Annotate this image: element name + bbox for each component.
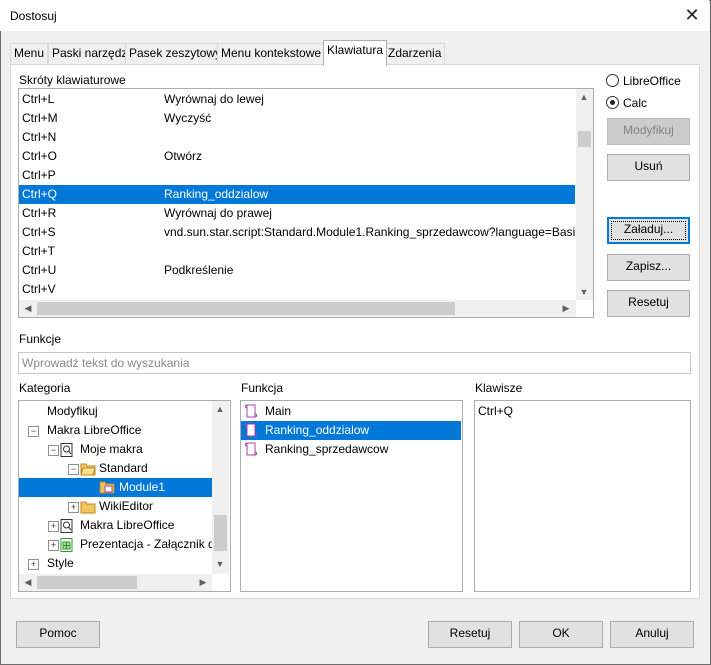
shortcut-row[interactable]: Ctrl+S vnd.sun.star.script:Standard.Modul… [19, 223, 575, 242]
shortcut-row[interactable]: Ctrl+M Wyczyść [19, 109, 575, 128]
expand-icon[interactable]: + [28, 559, 39, 570]
scroll-up-icon[interactable]: ▲ [576, 92, 592, 102]
scroll-right-icon[interactable]: ▶ [195, 577, 211, 588]
vertical-scrollbar[interactable]: ▲ ▼ [576, 89, 593, 300]
tree-item[interactable]: Makra LibreOffice [47, 421, 141, 440]
load-button[interactable]: Załaduj... [607, 217, 690, 244]
radio-libreoffice[interactable] [606, 74, 619, 87]
tab-events[interactable]: Zdarzenia [384, 43, 446, 64]
footer-reset-button[interactable]: Resetuj [428, 621, 512, 648]
spreadsheet-icon [60, 538, 76, 552]
horizontal-scrollbar[interactable]: ◀ ▶ [19, 300, 576, 317]
vertical-scrollbar[interactable]: ▲ ▼ [212, 401, 229, 574]
tab-context-menus[interactable]: Menu kontekstowe [217, 43, 326, 64]
category-tree[interactable]: Modyfikuj − Makra LibreOffice − Moje mak… [18, 400, 231, 592]
shortcut-row[interactable]: Ctrl+L Wyrównaj do lewej [19, 90, 575, 109]
tree-item[interactable]: Standard [99, 459, 148, 478]
shortcut-row[interactable]: Ctrl+R Wyrównaj do prawej [19, 204, 575, 223]
help-button[interactable]: Pomoc [16, 621, 100, 648]
shortcut-row[interactable]: Ctrl+T [19, 242, 575, 261]
shortcut-row[interactable]: Ctrl+P [19, 166, 575, 185]
tree-item-selected[interactable]: Module1 [19, 478, 212, 497]
collapse-icon[interactable]: − [48, 445, 59, 456]
radio-libreoffice-label: LibreOffice [623, 74, 681, 88]
shortcut-row-selected[interactable]: Ctrl+Q Ranking_oddzialow [19, 185, 575, 204]
function-item[interactable]: Main [241, 402, 461, 421]
keys-label: Klawisze [475, 381, 523, 395]
keys-list[interactable]: Ctrl+Q [474, 400, 691, 592]
expand-icon[interactable]: + [48, 521, 59, 532]
scroll-down-icon[interactable]: ▼ [212, 559, 228, 569]
function-item-selected[interactable]: Ranking_oddzialow [241, 421, 461, 440]
tree-item[interactable]: Prezentacja - Załącznik d [80, 535, 212, 554]
tree-item[interactable]: Style [47, 554, 74, 573]
tree-item[interactable]: Makra LibreOffice [80, 516, 174, 535]
modify-button[interactable]: Modyfikuj [607, 118, 690, 145]
tab-toolbars[interactable]: Paski narzędzi [48, 43, 135, 64]
save-button[interactable]: Zapisz... [607, 254, 690, 281]
macro-library-icon [60, 443, 76, 457]
title-bar [0, 0, 709, 31]
key-item[interactable]: Ctrl+Q [478, 402, 690, 421]
category-label: Kategoria [19, 381, 71, 395]
shortcut-keys-label: Skróty klawiaturowe [19, 73, 126, 87]
tab-keyboard[interactable]: Klawiatura [323, 40, 388, 66]
shortcut-list[interactable]: Ctrl+L Wyrównaj do lewej Ctrl+M Wyczyść Ct… [18, 88, 594, 318]
tree-item[interactable]: Modyfikuj [47, 402, 98, 421]
scroll-right-icon[interactable]: ▶ [558, 303, 574, 314]
tab-notebookbar[interactable]: Pasek zeszytowy [125, 43, 226, 64]
shortcut-row[interactable]: Ctrl+N [19, 128, 575, 147]
search-input[interactable]: Wprowadź tekst do wyszukania [18, 352, 691, 374]
scroll-left-icon[interactable]: ◀ [20, 577, 36, 588]
folder-open-icon [80, 462, 96, 476]
tree-item[interactable]: WikiEditor [99, 497, 153, 516]
shortcut-row[interactable]: Ctrl+O Otwórz [19, 147, 575, 166]
functions-label: Funkcje [19, 332, 62, 346]
scroll-left-icon[interactable]: ◀ [20, 303, 36, 314]
collapse-icon[interactable]: − [28, 426, 39, 437]
scroll-down-icon[interactable]: ▼ [576, 287, 592, 297]
scrollbar-thumb[interactable] [578, 131, 591, 147]
folder-icon [80, 500, 96, 514]
shortcut-row[interactable]: Ctrl+U Podkreślenie [19, 261, 575, 280]
reset-button[interactable]: Resetuj [607, 290, 690, 317]
window-title: Dostosuj [10, 9, 57, 23]
radio-checked-dot [610, 100, 615, 105]
radio-calc[interactable] [606, 96, 619, 109]
macro-icon [244, 442, 258, 463]
cancel-button[interactable]: Anuluj [610, 621, 694, 648]
scrollbar-thumb[interactable] [37, 302, 455, 315]
delete-button[interactable]: Usuń [607, 154, 690, 181]
expand-icon[interactable]: + [68, 502, 79, 513]
radio-calc-label: Calc [623, 96, 648, 110]
macro-library-icon [60, 519, 76, 533]
tree-item[interactable]: Moje makra [80, 440, 143, 459]
function-label: Funkcja [241, 381, 284, 395]
tab-menu[interactable]: Menu [10, 43, 49, 64]
function-item[interactable]: Ranking_sprzedawcow [241, 440, 461, 459]
horizontal-scrollbar[interactable]: ◀ ▶ [19, 574, 212, 591]
ok-button[interactable]: OK [519, 621, 603, 648]
scroll-up-icon[interactable]: ▲ [212, 404, 228, 414]
collapse-icon[interactable]: − [68, 464, 79, 475]
function-list[interactable]: Main Ranking_oddzialow Ranking_sprzedawc… [240, 400, 463, 592]
scrollbar-thumb[interactable] [37, 576, 137, 589]
expand-icon[interactable]: + [48, 540, 59, 551]
close-icon[interactable]: ✕ [680, 4, 704, 26]
scrollbar-thumb[interactable] [214, 515, 227, 551]
shortcut-row[interactable]: Ctrl+V [19, 280, 575, 299]
